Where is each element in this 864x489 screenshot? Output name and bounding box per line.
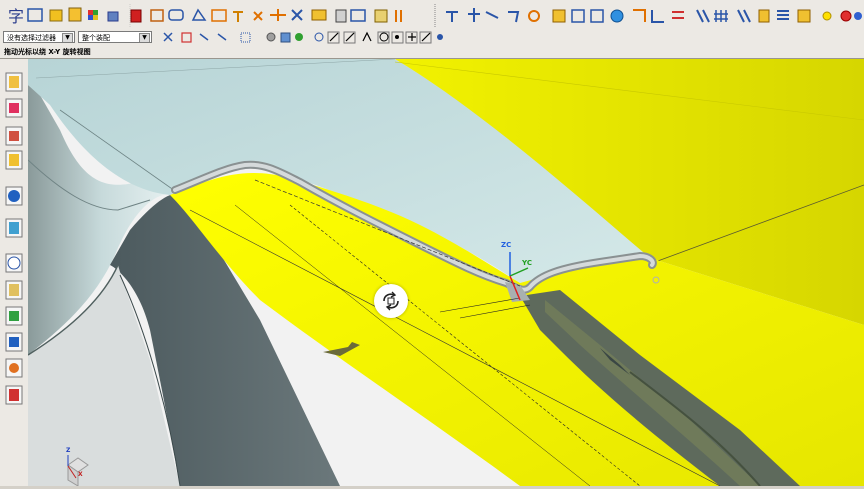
chamfer-icon <box>571 9 585 23</box>
abs-z-label: Z <box>66 447 71 454</box>
snapshot-icon <box>291 9 303 21</box>
attribute-icon <box>758 9 770 23</box>
shade-icon <box>266 32 276 42</box>
trim-icon <box>168 9 184 21</box>
list-icon <box>777 10 789 20</box>
selection-scope-dropdown[interactable]: 整个装配 ▼ <box>78 31 152 43</box>
blend-icon <box>191 8 207 21</box>
line-icon <box>374 9 388 23</box>
abs-x-label: X <box>78 471 83 478</box>
shell-icon <box>552 9 566 23</box>
hole-icon <box>651 10 664 23</box>
selection-tools[interactable] <box>158 30 458 45</box>
selection-filter-dropdown[interactable]: 没有选择过滤器 ▼ <box>3 31 75 43</box>
dimension-icon <box>233 11 243 22</box>
mirror-icon <box>508 11 520 23</box>
main-toolbar: 字 <box>0 0 864 31</box>
resource-bar <box>0 59 29 486</box>
circle-icon <box>446 11 458 22</box>
tint-icon <box>797 9 811 23</box>
snap-icon <box>181 32 192 43</box>
selection-scope-value: 整个装配 <box>82 34 110 42</box>
selection-bar: 没有选择过滤器 ▼ 整个装配 ▼ <box>0 30 864 46</box>
measure-icon <box>211 9 227 22</box>
rectangle-icon <box>468 8 480 22</box>
select-icon <box>163 32 173 42</box>
table-icon <box>311 9 327 21</box>
block-icon <box>49 9 63 22</box>
text-icon: 字 <box>8 7 24 26</box>
move-icon <box>335 9 347 23</box>
point-icon <box>485 11 499 19</box>
grid-icon <box>696 9 710 23</box>
pattern-icon <box>528 10 540 22</box>
rotate-cursor <box>374 284 408 318</box>
chevron-down-icon: ▼ <box>62 33 73 42</box>
fit-icon <box>270 9 286 21</box>
extrude-icon <box>68 7 82 22</box>
model-view <box>28 59 864 486</box>
resource-bar-icons[interactable] <box>0 59 28 486</box>
cube-icon <box>280 32 291 43</box>
render-icon <box>130 9 142 23</box>
status-prompt: 拖动光标以绕 X-Y 旋转视图 <box>0 45 864 59</box>
offset-icon <box>590 9 604 23</box>
note-icon <box>253 11 263 21</box>
curve-icon <box>350 9 366 22</box>
wcs-zc-label: ZC <box>501 241 512 249</box>
rectangle-select-icon <box>240 32 251 43</box>
arc-icon <box>395 10 402 22</box>
view-icon <box>854 12 862 20</box>
chevron-down-icon: ▼ <box>139 33 150 42</box>
section-icon <box>610 9 624 23</box>
graphics-window[interactable]: ZC YC Z X <box>28 59 864 486</box>
sketch-icon <box>150 9 164 22</box>
toolbar-icons: 字 <box>8 4 862 27</box>
wcs-yc-label: YC <box>522 259 532 267</box>
grid2-icon <box>714 10 728 22</box>
rotate-icon <box>383 291 399 311</box>
selection-filter-value: 没有选择过滤器 <box>7 34 56 42</box>
layer-icon <box>107 11 119 22</box>
align-icon <box>633 9 646 22</box>
insert-icon <box>27 8 43 22</box>
